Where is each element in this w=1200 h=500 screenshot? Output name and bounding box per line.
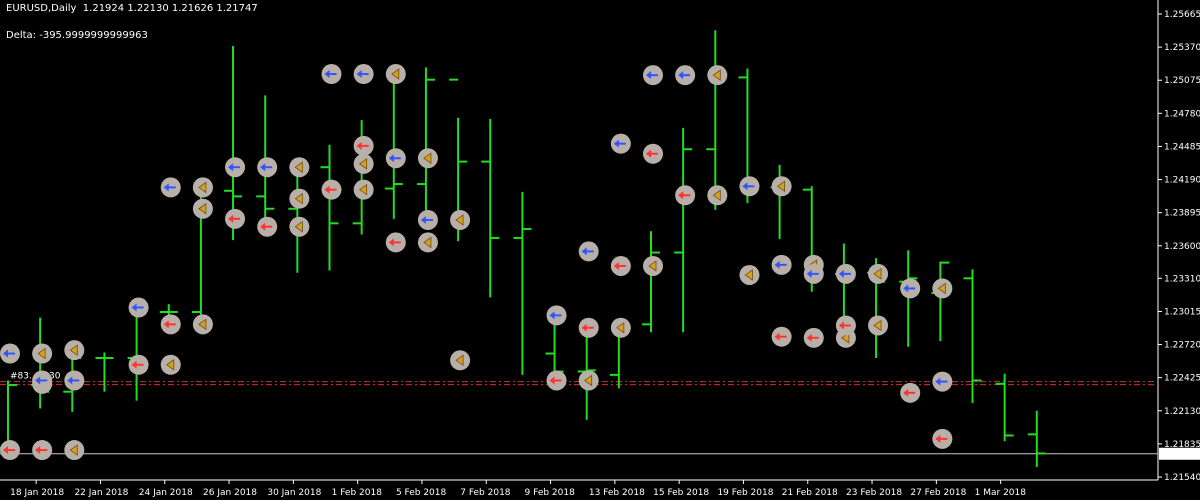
x-tick-label: 9 Feb 2018	[525, 488, 576, 498]
x-tick-label: 27 Feb 2018	[910, 488, 966, 498]
y-tick-label: 1.25075	[1164, 76, 1200, 86]
x-tick-label: 1 Mar 2018	[975, 488, 1027, 498]
x-tick-label: 23 Feb 2018	[846, 488, 902, 498]
y-tick-label: 1.22720	[1164, 341, 1200, 351]
x-tick-label: 15 Feb 2018	[653, 488, 709, 498]
y-tick-label: 1.23015	[1164, 307, 1200, 317]
y-tick-label: 1.23310	[1164, 274, 1200, 284]
x-tick-label: 1 Feb 2018	[332, 488, 383, 498]
y-tick-label: 1.24780	[1164, 109, 1200, 119]
y-tick-label: 1.25370	[1164, 43, 1200, 53]
current-price-label: 1.21747	[1162, 450, 1199, 460]
x-tick-label: 24 Jan 2018	[139, 488, 193, 498]
y-tick-label: 1.23600	[1164, 242, 1200, 252]
x-tick-label: 7 Feb 2018	[460, 488, 511, 498]
y-tick-label: 1.21540	[1164, 473, 1200, 483]
y-tick-label: 1.24190	[1164, 176, 1200, 186]
x-tick-label: 13 Feb 2018	[589, 488, 645, 498]
x-tick-label: 5 Feb 2018	[396, 488, 447, 498]
y-tick-label: 1.24485	[1164, 142, 1200, 152]
x-tick-label: 19 Feb 2018	[717, 488, 773, 498]
x-tick-label: 30 Jan 2018	[267, 488, 321, 498]
y-tick-label: 1.25665	[1164, 10, 1200, 20]
x-tick-label: 18 Jan 2018	[10, 488, 64, 498]
delta-label: Delta: -395.9999999999963	[6, 30, 148, 41]
x-tick-label: 26 Jan 2018	[203, 488, 257, 498]
price-chart[interactable]: #83... 0.301.256651.253701.250751.247801…	[0, 0, 1200, 500]
x-tick-label: 21 Feb 2018	[782, 488, 838, 498]
y-tick-label: 1.23895	[1164, 209, 1200, 219]
y-tick-label: 1.22130	[1164, 407, 1200, 417]
y-tick-label: 1.22425	[1164, 374, 1200, 384]
x-tick-label: 22 Jan 2018	[74, 488, 128, 498]
symbol-info-label: EURUSD,Daily 1.21924 1.22130 1.21626 1.2…	[6, 3, 258, 14]
